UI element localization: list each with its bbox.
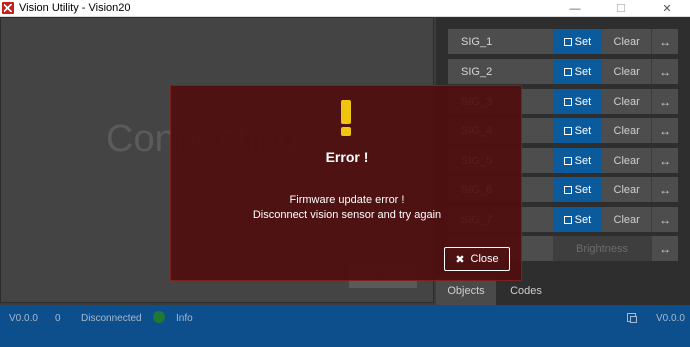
dialog-title: Error ! bbox=[325, 149, 369, 165]
set-label: Set bbox=[574, 124, 592, 137]
error-dialog: Error ! Firmware update error ! Disconne… bbox=[170, 85, 522, 281]
set-label: Set bbox=[574, 95, 592, 108]
object-count: 0 bbox=[55, 313, 61, 324]
vex-logo-icon bbox=[2, 2, 14, 14]
expand-arrows-icon[interactable]: ↔ bbox=[651, 89, 678, 114]
clear-button[interactable]: Clear bbox=[602, 207, 652, 232]
expand-arrows-icon[interactable]: ↔ bbox=[651, 118, 678, 143]
signature-name[interactable]: SIG_2 bbox=[448, 59, 553, 84]
set-button[interactable]: Set bbox=[552, 148, 603, 173]
set-button[interactable]: Set bbox=[552, 207, 603, 232]
signature-name[interactable]: SIG_1 bbox=[448, 29, 553, 54]
signature-row: SIG_2 Set Clear ↔ bbox=[448, 59, 678, 84]
version-left: V0.0.0 bbox=[9, 313, 38, 324]
window-controls: — ☐ ✕ bbox=[552, 0, 690, 17]
set-label: Set bbox=[574, 154, 592, 167]
title-bar: Vision Utility - Vision20 — ☐ ✕ bbox=[0, 0, 690, 17]
connection-status: Disconnected bbox=[81, 313, 142, 324]
set-label: Set bbox=[574, 65, 592, 78]
close-button[interactable]: ✖ Close bbox=[444, 247, 510, 271]
close-icon: ✖ bbox=[455, 253, 465, 266]
clear-button[interactable]: Clear bbox=[602, 29, 652, 54]
set-button[interactable]: Set bbox=[552, 118, 603, 143]
checkbox-icon bbox=[563, 126, 572, 135]
error-message: Firmware update error ! bbox=[289, 194, 405, 206]
checkbox-icon bbox=[563, 67, 572, 76]
clear-button[interactable]: Clear bbox=[602, 89, 652, 114]
expand-arrows-icon[interactable]: ↔ bbox=[651, 148, 678, 173]
expand-arrows-icon[interactable]: ↔ bbox=[651, 236, 678, 261]
set-label: Set bbox=[574, 35, 592, 48]
status-led-icon bbox=[153, 311, 165, 323]
expand-arrows-icon[interactable]: ↔ bbox=[651, 177, 678, 202]
close-label: Close bbox=[470, 253, 499, 265]
clear-button[interactable]: Clear bbox=[602, 148, 652, 173]
checkbox-icon bbox=[563, 97, 572, 106]
close-window-button[interactable]: ✕ bbox=[644, 0, 690, 17]
expand-arrows-icon[interactable]: ↔ bbox=[651, 29, 678, 54]
expand-arrows-icon[interactable]: ↔ bbox=[651, 59, 678, 84]
signature-row: SIG_1 Set Clear ↔ bbox=[448, 29, 678, 54]
set-button[interactable]: Set bbox=[552, 89, 603, 114]
checkbox-icon bbox=[563, 215, 572, 224]
checkbox-icon bbox=[563, 185, 572, 194]
checkbox-icon bbox=[563, 156, 572, 165]
set-button[interactable]: Set bbox=[552, 59, 603, 84]
window-title: Vision Utility - Vision20 bbox=[19, 2, 131, 14]
set-button[interactable]: Set bbox=[552, 29, 603, 54]
info-link[interactable]: Info bbox=[176, 313, 193, 324]
status-bar: V0.0.0 0 Disconnected Info V0.0.0 bbox=[0, 305, 690, 347]
exclamation-icon bbox=[339, 100, 353, 136]
set-label: Set bbox=[574, 183, 592, 196]
expand-arrows-icon[interactable]: ↔ bbox=[651, 207, 678, 232]
set-label: Set bbox=[574, 213, 592, 226]
checkbox-icon bbox=[563, 37, 572, 46]
minimize-button[interactable]: — bbox=[552, 0, 598, 17]
version-right: V0.0.0 bbox=[656, 313, 685, 324]
clear-button[interactable]: Clear bbox=[602, 59, 652, 84]
error-instruction: Disconnect vision sensor and try again bbox=[252, 209, 442, 221]
brightness-slider[interactable]: Brightness bbox=[552, 236, 652, 261]
app-window: Vision Utility - Vision20 — ☐ ✕ Connecti… bbox=[0, 0, 690, 347]
set-button[interactable]: Set bbox=[552, 177, 603, 202]
maximize-button[interactable]: ☐ bbox=[598, 0, 644, 17]
copy-icon[interactable] bbox=[627, 313, 637, 323]
clear-button[interactable]: Clear bbox=[602, 177, 652, 202]
clear-button[interactable]: Clear bbox=[602, 118, 652, 143]
